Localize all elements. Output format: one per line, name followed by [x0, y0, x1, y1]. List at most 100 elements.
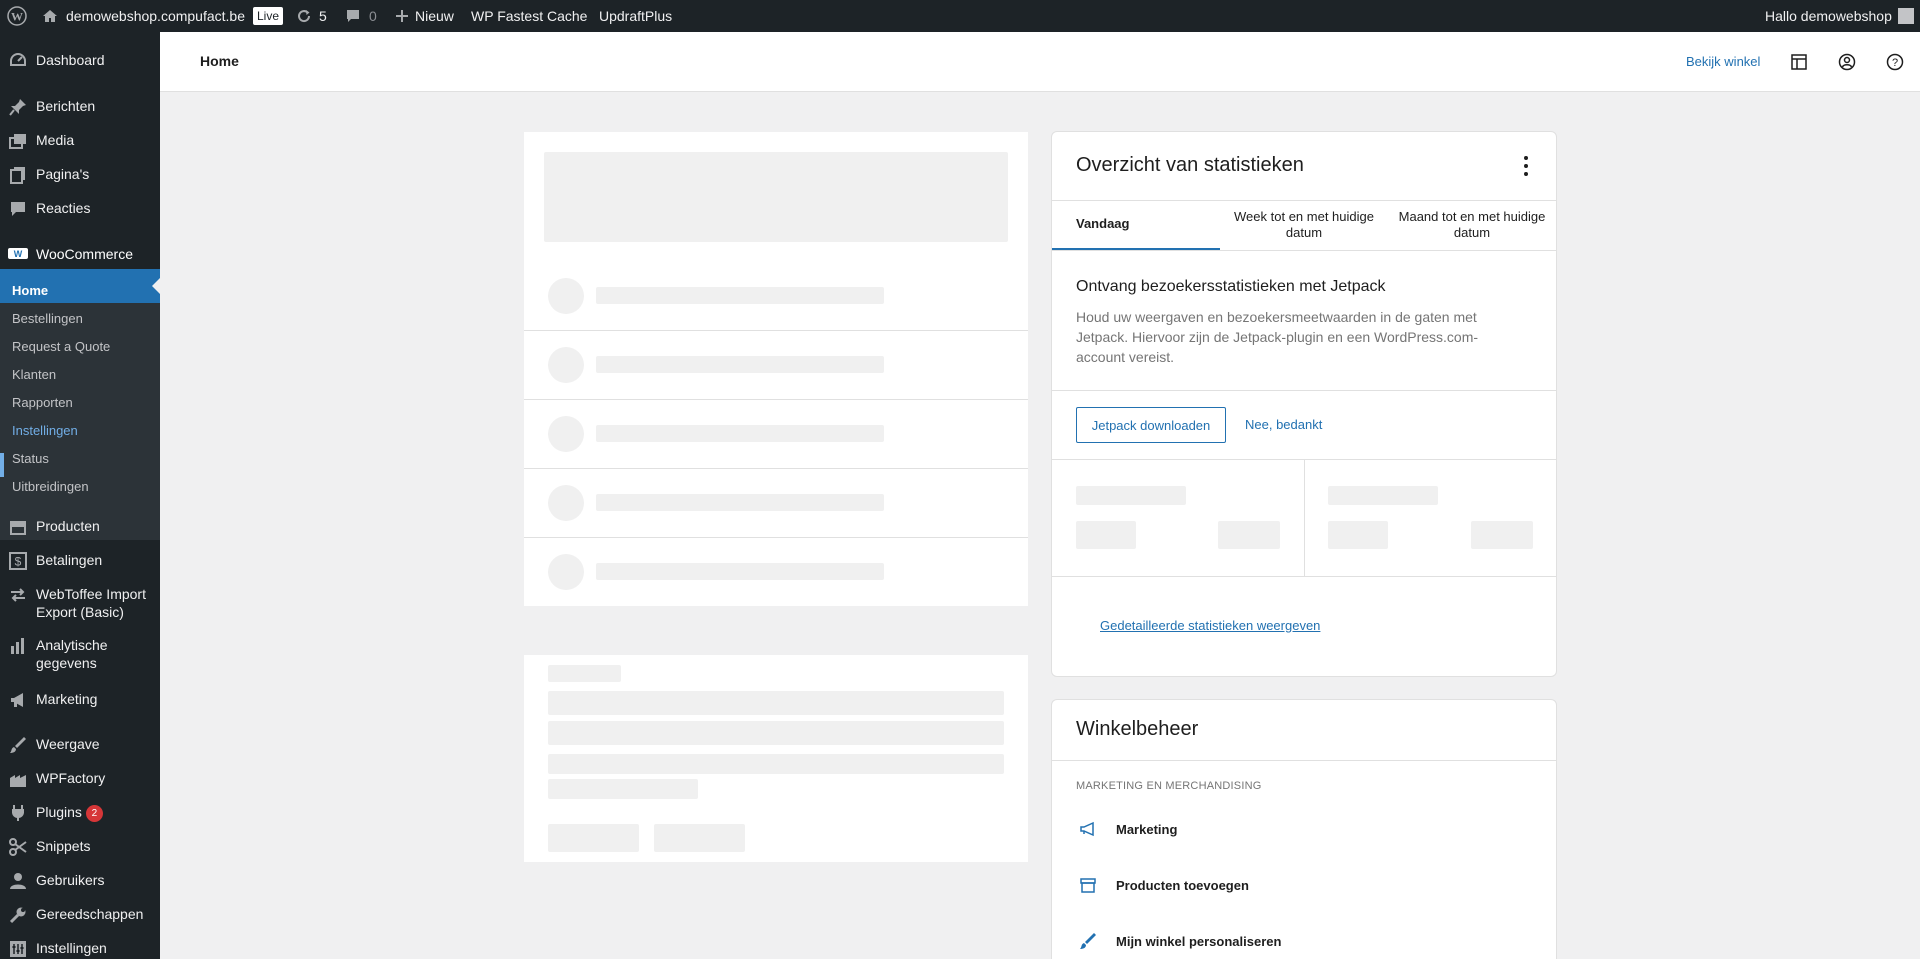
page-icon [8, 165, 28, 185]
more-options-icon[interactable] [1524, 156, 1528, 180]
pin-icon [8, 97, 28, 117]
placeholder-circle [548, 278, 584, 314]
placeholder-line [1076, 486, 1186, 505]
megaphone-icon [8, 690, 28, 710]
jetpack-download-button[interactable]: Jetpack downloaden [1076, 407, 1226, 443]
greeting: Hallo demowebshop [1765, 8, 1892, 24]
live-badge: Live [253, 7, 284, 25]
comment-icon [345, 8, 361, 24]
store-item-add-products[interactable]: Producten toevoegen [1076, 873, 1249, 897]
placeholder-line [548, 691, 1004, 715]
placeholder-line [596, 563, 884, 580]
submenu-bestellingen[interactable]: Bestellingen [12, 311, 83, 326]
tab-vandaag[interactable]: Vandaag [1052, 200, 1220, 250]
avatar [1897, 8, 1914, 24]
plugins-update-badge: 2 [85, 805, 103, 822]
placeholder-line [1328, 521, 1388, 549]
wp-fastest-cache-link[interactable]: WP Fastest Cache [471, 0, 587, 32]
placeholder-line [1471, 521, 1533, 549]
inbox-placeholder [524, 655, 1028, 862]
section-heading: MARKETING EN MERCHANDISING [1076, 780, 1262, 792]
placeholder-line [548, 721, 1004, 745]
jetpack-description: Houd uw weergaven en bezoekersmeetwaarde… [1076, 309, 1479, 365]
submenu-request-quote[interactable]: Request a Quote [12, 339, 110, 354]
site-name: demowebshop.compufact.be [66, 8, 245, 24]
refresh-icon [296, 8, 312, 24]
placeholder-button [548, 824, 639, 852]
submenu-klanten[interactable]: Klanten [12, 367, 56, 382]
home-icon [42, 8, 58, 24]
admin-bar: W demowebshop.compufact.be Live 5 0 Nieu… [0, 0, 1920, 32]
placeholder-line [548, 779, 698, 799]
submenu-rapporten[interactable]: Rapporten [12, 395, 73, 410]
store-item-personalize[interactable]: Mijn winkel personaliseren [1076, 929, 1281, 953]
placeholder-button [654, 824, 745, 852]
bar-chart-icon [8, 636, 28, 656]
placeholder-circle [548, 416, 584, 452]
arrows-icon [8, 585, 28, 605]
tab-week[interactable]: Week tot en met huidige datum [1220, 200, 1388, 250]
factory-icon [8, 769, 28, 789]
placeholder-line [548, 754, 1004, 774]
archive-icon [8, 517, 28, 537]
placeholder-line [1218, 521, 1280, 549]
user-circle-icon[interactable] [1835, 50, 1859, 74]
admin-sidebar: Dashboard Berichten Media Pagina's React… [0, 32, 160, 959]
comments-link[interactable]: 0 [345, 0, 377, 32]
store-management-title: Winkelbeheer [1076, 718, 1199, 740]
submenu-home[interactable]: Home [12, 283, 48, 298]
placeholder-circle [548, 485, 584, 521]
store-management-card: Winkelbeheer MARKETING EN MERCHANDISING … [1051, 699, 1557, 959]
placeholder-line [1328, 486, 1438, 505]
archive-icon [1076, 873, 1100, 897]
no-thanks-button[interactable]: Nee, bedankt [1245, 417, 1322, 432]
placeholder-line [596, 494, 884, 511]
activity-panel-placeholder [524, 132, 1028, 606]
placeholder-block [544, 152, 1008, 242]
submenu-uitbreidingen[interactable]: Uitbreidingen [12, 479, 89, 494]
help-icon[interactable]: ? [1883, 50, 1907, 74]
placeholder-circle [548, 347, 584, 383]
brush-icon [8, 735, 28, 755]
account-menu[interactable]: Hallo demowebshop [1765, 0, 1914, 32]
placeholder-line [596, 356, 884, 373]
svg-text:?: ? [1892, 57, 1898, 69]
site-name-link[interactable]: demowebshop.compufact.be Live [42, 0, 284, 32]
page-title: Home [200, 53, 239, 69]
brush-icon [1076, 929, 1100, 953]
placeholder-line [548, 665, 621, 682]
comments-count: 0 [369, 8, 377, 24]
settings-icon [8, 939, 28, 959]
stats-overview-card: Overzicht van statistieken Vandaag Week … [1051, 131, 1557, 677]
placeholder-circle [548, 554, 584, 590]
jetpack-title: Ontvang bezoekersstatistieken met Jetpac… [1076, 278, 1386, 295]
store-item-marketing[interactable]: Marketing [1076, 817, 1177, 841]
view-store-link[interactable]: Bekijk winkel [1686, 54, 1760, 69]
wordpress-logo-icon[interactable]: W [7, 0, 27, 32]
updates-link[interactable]: 5 [296, 0, 327, 32]
megaphone-icon [1076, 817, 1100, 841]
submenu-instellingen[interactable]: Instellingen [12, 423, 78, 438]
svg-text:$: $ [15, 555, 22, 569]
stats-divider [1304, 460, 1305, 576]
user-icon [8, 871, 28, 891]
plus-icon [395, 9, 409, 23]
wrench-icon [8, 905, 28, 925]
layout-icon[interactable] [1787, 50, 1811, 74]
updates-count: 5 [319, 8, 327, 24]
comment-icon [8, 199, 28, 219]
scissors-icon [8, 837, 28, 857]
detailed-stats-link[interactable]: Gedetailleerde statistieken weergeven [1100, 618, 1320, 633]
svg-text:W: W [14, 249, 23, 259]
dashboard-icon [8, 51, 28, 71]
submenu-status[interactable]: Status [12, 451, 49, 466]
woo-icon: W [8, 245, 28, 265]
placeholder-line [596, 425, 884, 442]
new-content-link[interactable]: Nieuw [395, 0, 454, 32]
submenu-marker [0, 453, 4, 477]
placeholder-line [1076, 521, 1136, 549]
tab-maand[interactable]: Maand tot en met huidige datum [1388, 200, 1556, 250]
placeholder-line [596, 287, 884, 304]
updraftplus-link[interactable]: UpdraftPlus [599, 0, 672, 32]
page-header: Home Bekijk winkel ? [160, 32, 1920, 92]
